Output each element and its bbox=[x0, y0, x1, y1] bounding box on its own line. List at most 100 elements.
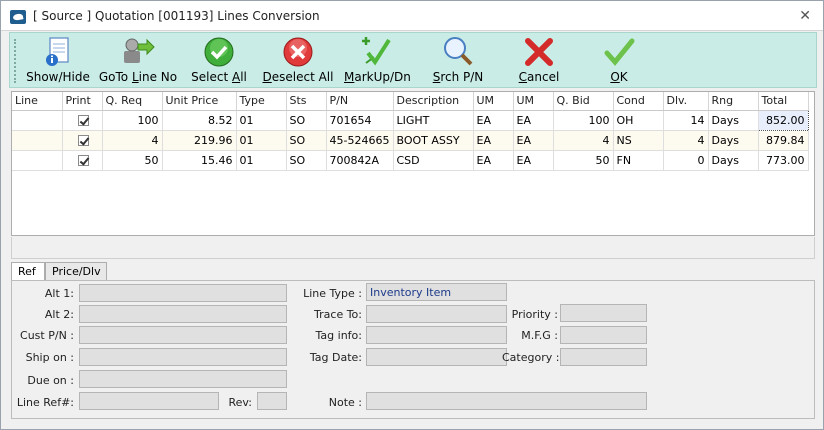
cell-line[interactable] bbox=[12, 130, 63, 151]
cell-um[interactable]: EA bbox=[513, 110, 554, 131]
cell-rng[interactable]: Days bbox=[708, 110, 759, 131]
cell-cond[interactable]: OH bbox=[613, 110, 664, 131]
cell-q-req[interactable]: 100 bbox=[102, 110, 163, 131]
alt2-field[interactable] bbox=[79, 305, 287, 323]
mfg-label: M.F.G : bbox=[521, 329, 558, 342]
cell-print[interactable] bbox=[62, 110, 103, 131]
line-ref-field[interactable] bbox=[79, 392, 219, 410]
cell-unit-price[interactable]: 15.46 bbox=[162, 150, 237, 171]
tab-price-dlv[interactable]: Price/Dlv bbox=[45, 262, 107, 280]
alt1-label: Alt 1: bbox=[44, 287, 74, 300]
col-header[interactable]: UM bbox=[473, 92, 514, 111]
cell-type[interactable]: 01 bbox=[236, 130, 287, 151]
cell-total[interactable]: 879.84 bbox=[758, 130, 809, 151]
cell-total[interactable]: 852.00 bbox=[757, 109, 809, 131]
cell-print[interactable] bbox=[62, 150, 103, 171]
cell-cond[interactable]: FN bbox=[613, 150, 664, 171]
col-header[interactable]: Rng bbox=[708, 92, 759, 111]
cell-um[interactable]: EA bbox=[513, 150, 554, 171]
cell-cond[interactable]: NS bbox=[613, 130, 664, 151]
toolbar-grip[interactable] bbox=[14, 39, 17, 83]
cell-um[interactable]: EA bbox=[473, 130, 514, 151]
cell-line[interactable] bbox=[12, 110, 63, 131]
col-header[interactable]: Description bbox=[393, 92, 474, 111]
cell-sts[interactable]: SO bbox=[286, 150, 327, 171]
col-header[interactable]: Q. Req bbox=[102, 92, 163, 111]
col-header[interactable]: Dlv. bbox=[663, 92, 709, 111]
note-field[interactable] bbox=[366, 392, 647, 410]
cell-q-bid[interactable]: 4 bbox=[553, 130, 614, 151]
col-header[interactable]: Q. Bid bbox=[553, 92, 614, 111]
col-header[interactable]: Unit Price bbox=[162, 92, 237, 111]
show-hide-button[interactable]: Show/Hide bbox=[24, 35, 92, 87]
cell-dlv[interactable]: 14 bbox=[663, 110, 709, 131]
table-row[interactable]: 4 219.96 01 SO 45-524665 BOOT ASSY EA EA… bbox=[12, 130, 809, 151]
col-header[interactable]: Cond bbox=[613, 92, 664, 111]
col-header[interactable]: Type bbox=[236, 92, 287, 111]
ship-on-field[interactable] bbox=[79, 348, 287, 366]
tag-info-field[interactable] bbox=[366, 326, 507, 344]
search-pn-button[interactable]: Srch P/N bbox=[428, 35, 488, 87]
cell-sts[interactable]: SO bbox=[286, 130, 327, 151]
col-header[interactable]: P/N bbox=[326, 92, 394, 111]
alt1-field[interactable] bbox=[79, 284, 287, 302]
cell-unit-price[interactable]: 219.96 bbox=[162, 130, 237, 151]
col-header[interactable]: Line bbox=[12, 92, 63, 111]
cell-q-bid[interactable]: 50 bbox=[553, 150, 614, 171]
col-header[interactable]: Total bbox=[758, 92, 809, 111]
deselect-all-label: Deselect All bbox=[262, 70, 334, 84]
print-checkbox[interactable] bbox=[77, 135, 89, 146]
cell-unit-price[interactable]: 8.52 bbox=[162, 110, 237, 131]
line-type-field[interactable]: Inventory Item bbox=[366, 283, 507, 301]
col-header[interactable]: Print bbox=[62, 92, 103, 111]
print-checkbox[interactable] bbox=[77, 155, 89, 166]
cell-sts[interactable]: SO bbox=[286, 110, 327, 131]
goto-line-no-button[interactable]: GoTo Line No bbox=[98, 35, 178, 87]
trace-to-field[interactable] bbox=[366, 305, 507, 323]
ok-button[interactable]: OK bbox=[590, 35, 648, 87]
cell-dlv[interactable]: 4 bbox=[663, 130, 709, 151]
cell-um[interactable]: EA bbox=[473, 110, 514, 131]
green-check-icon bbox=[602, 35, 636, 69]
cell-total[interactable]: 773.00 bbox=[758, 150, 809, 171]
mfg-field[interactable] bbox=[560, 326, 647, 344]
cust-pn-field[interactable] bbox=[79, 326, 287, 344]
markup-dn-button[interactable]: MarkUp/Dn bbox=[344, 35, 411, 87]
due-on-field[interactable] bbox=[79, 370, 287, 388]
col-header[interactable]: UM bbox=[513, 92, 554, 111]
cell-description[interactable]: CSD bbox=[393, 150, 474, 171]
priority-field[interactable] bbox=[560, 304, 647, 322]
cell-type[interactable]: 01 bbox=[236, 150, 287, 171]
cell-um[interactable]: EA bbox=[473, 150, 514, 171]
cancel-button[interactable]: Cancel bbox=[510, 35, 568, 87]
cell-pn[interactable]: 701654 bbox=[326, 110, 394, 131]
cell-line[interactable] bbox=[12, 150, 63, 171]
cell-um[interactable]: EA bbox=[513, 130, 554, 151]
cell-description[interactable]: BOOT ASSY bbox=[393, 130, 474, 151]
cell-q-req[interactable]: 50 bbox=[102, 150, 163, 171]
deselect-all-button[interactable]: Deselect All bbox=[260, 35, 336, 87]
print-checkbox[interactable] bbox=[77, 115, 89, 126]
cell-rng[interactable]: Days bbox=[708, 130, 759, 151]
tag-date-field[interactable] bbox=[366, 348, 507, 366]
tab-ref[interactable]: Ref bbox=[11, 262, 45, 281]
cell-pn[interactable]: 45-524665 bbox=[326, 130, 394, 151]
rev-field[interactable] bbox=[257, 392, 287, 410]
cell-dlv[interactable]: 0 bbox=[663, 150, 709, 171]
cell-print[interactable] bbox=[62, 130, 103, 151]
cell-description[interactable]: LIGHT bbox=[393, 110, 474, 131]
window-title: [ Source ] Quotation [001193] Lines Conv… bbox=[33, 9, 320, 23]
select-all-button[interactable]: Select All bbox=[188, 35, 250, 87]
line-ref-label: Line Ref#: bbox=[16, 396, 74, 409]
table-row[interactable]: 100 8.52 01 SO 701654 LIGHT EA EA 100 OH… bbox=[12, 109, 809, 131]
col-header[interactable]: Sts bbox=[286, 92, 327, 111]
cell-type[interactable]: 01 bbox=[236, 110, 287, 131]
cell-q-bid[interactable]: 100 bbox=[553, 110, 614, 131]
cell-rng[interactable]: Days bbox=[708, 150, 759, 171]
close-icon[interactable]: ✕ bbox=[799, 8, 811, 24]
cell-pn[interactable]: 700842A bbox=[326, 150, 394, 171]
category-field[interactable] bbox=[560, 348, 647, 366]
cell-q-req[interactable]: 4 bbox=[102, 130, 163, 151]
table-row[interactable]: 50 15.46 01 SO 700842A CSD EA EA 50 FN 0… bbox=[12, 150, 809, 171]
app-icon bbox=[10, 10, 26, 24]
